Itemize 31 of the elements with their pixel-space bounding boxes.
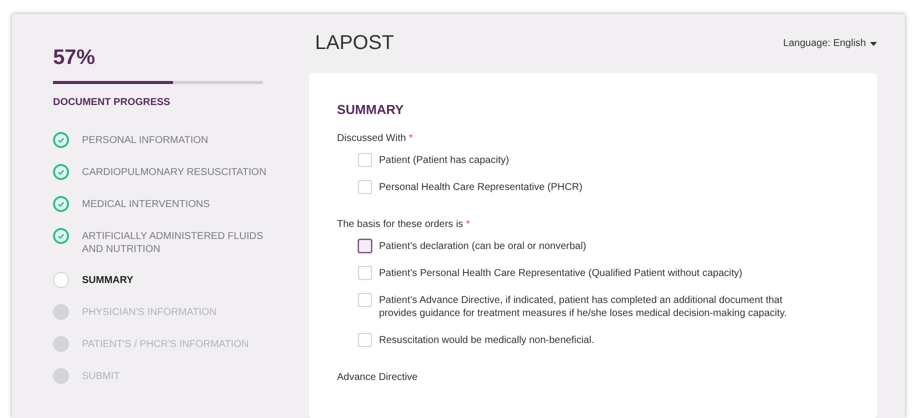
step-link[interactable]: PHYSICIAN'S INFORMATION <box>82 306 217 319</box>
caret-icon <box>870 42 877 46</box>
checkbox[interactable] <box>358 266 372 280</box>
option-label: Patient’s Personal Health Care Representative (Qualified Patient without capacity) <box>379 267 742 280</box>
checkbox[interactable] <box>358 293 372 307</box>
option-label: Patient’s Advance Directive, if indicated, patient has completed an additional document that provides guidance for treatment measures if he/she loses medical decision-making capacity. <box>379 294 788 320</box>
section-title: SUMMARY <box>337 102 405 117</box>
option-label: Patient (Patient has capacity) <box>379 154 510 167</box>
progress-percent: 57% <box>53 46 96 70</box>
option-label: Resuscitation would be medically non-beneficial. <box>379 334 594 347</box>
required-mark: * <box>408 133 413 144</box>
step-link[interactable]: PERSONAL INFORMATION <box>82 134 208 147</box>
required-mark: * <box>466 219 470 230</box>
app-title: LAPOST <box>315 32 394 55</box>
step-link[interactable]: SUMMARY <box>82 274 134 287</box>
step-link[interactable]: MEDICAL INTERVENTIONS <box>82 198 210 211</box>
step-link[interactable]: ARTIFICIALLY ADMINISTERED FLUIDS AND NUTRITION <box>82 230 282 256</box>
step-link[interactable]: CARDIOPULMONARY RESUSCITATION <box>82 166 266 179</box>
question-label: Discussed With <box>337 133 406 144</box>
language-dropdown[interactable]: Language: English <box>783 38 877 49</box>
checkbox[interactable] <box>358 333 372 347</box>
checkbox[interactable] <box>358 153 372 167</box>
step-link[interactable]: SUBMIT <box>82 370 120 383</box>
question-label: The basis for these orders is <box>337 219 464 230</box>
question-label: Advance Directive <box>337 372 418 383</box>
step-link[interactable]: PATIENT'S / PHCR'S INFORMATION <box>82 338 249 351</box>
checkbox[interactable] <box>358 180 372 194</box>
focused-checkbox[interactable] <box>358 239 372 253</box>
option-label: Patient’s declaration (can be oral or nonverbal) <box>379 240 586 253</box>
progress-label: DOCUMENT PROGRESS <box>53 97 172 108</box>
option-label: Personal Health Care Representative (PHCR) <box>379 181 582 194</box>
